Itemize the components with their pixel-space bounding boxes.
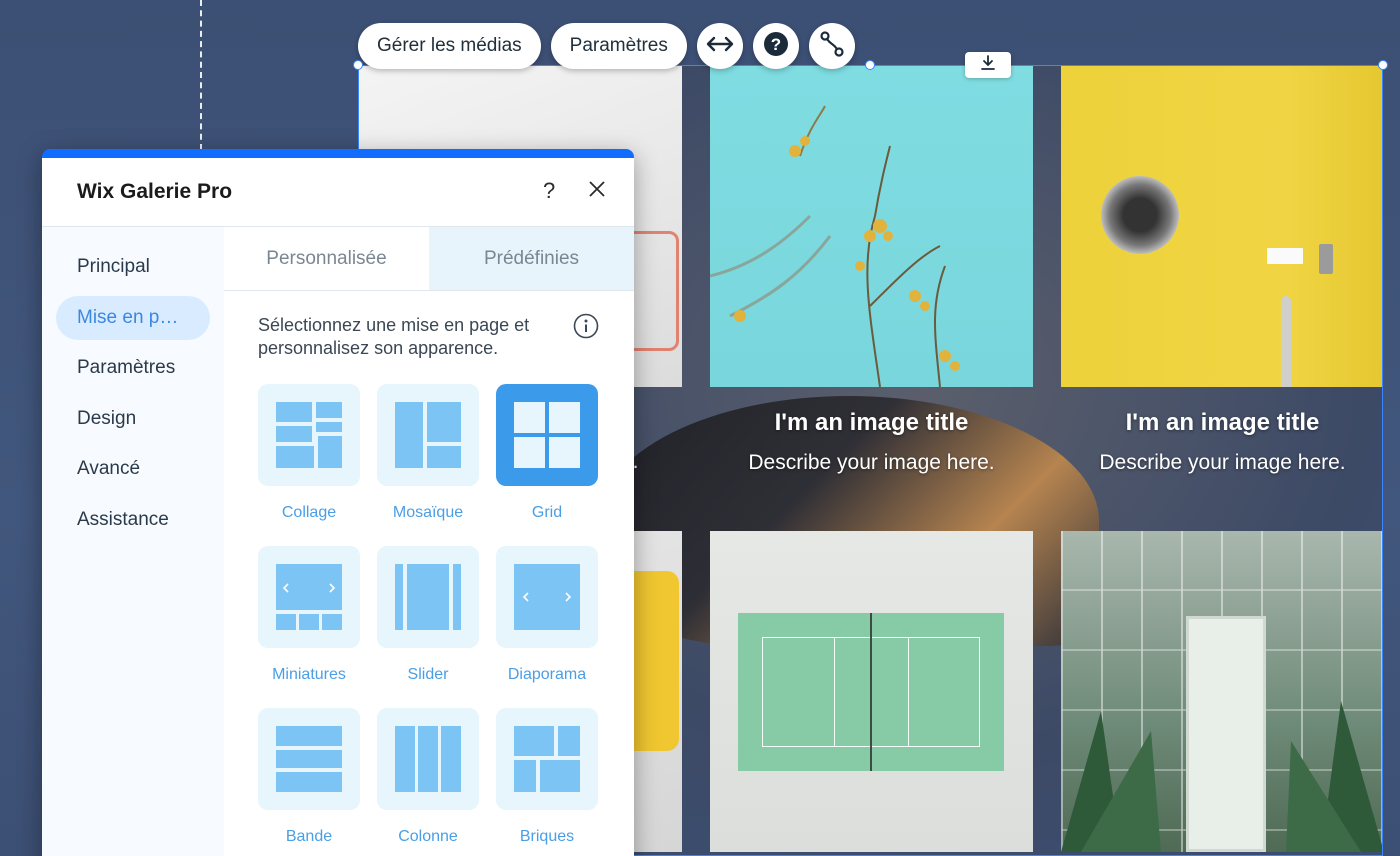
download-button[interactable]	[965, 52, 1011, 78]
bricks-layout-icon	[496, 708, 598, 810]
nav-item-settings[interactable]: Paramètres	[56, 346, 210, 390]
door-handle	[1281, 296, 1291, 387]
resize-handle[interactable]	[353, 60, 363, 70]
panel-header: Wix Galerie Pro ?	[42, 158, 634, 227]
help-button[interactable]: ?	[752, 23, 799, 69]
stretch-button[interactable]	[696, 23, 743, 69]
layout-label: Diaporama	[507, 666, 587, 683]
image-title: I'm an image title	[1125, 409, 1320, 436]
layout-label: Slider	[407, 666, 449, 683]
settings-button[interactable]: Paramètres	[550, 23, 687, 69]
animation-button[interactable]	[808, 23, 855, 69]
layout-label: Grid	[531, 504, 563, 521]
plants-illustration	[1061, 701, 1382, 852]
gallery-settings-panel: Wix Galerie Pro ? Principal Mise en p… P…	[42, 149, 634, 856]
layout-label: Mosaïque	[392, 504, 464, 521]
layout-description: Sélectionnez une mise en page et personn…	[258, 315, 530, 359]
panel-content: Personnalisée Prédéfinies Sélectionnez u…	[224, 227, 634, 856]
grid-layout-icon	[496, 384, 598, 486]
slideshow-layout-icon	[496, 546, 598, 648]
component-toolbar: Gérer les médias Paramètres ?	[358, 22, 855, 70]
panel-side-nav: Principal Mise en p… Paramètres Design A…	[42, 227, 224, 856]
image-description: Describe your image here.	[748, 451, 995, 474]
alignment-guide	[200, 0, 202, 150]
nav-item-advanced[interactable]: Avancé	[56, 447, 210, 491]
strip-layout-icon	[258, 708, 360, 810]
layout-option-mosaic[interactable]: Mosaïque	[377, 384, 479, 546]
gallery-image-court[interactable]	[710, 531, 1033, 852]
layout-option-slideshow[interactable]: Diaporama	[496, 546, 598, 708]
layout-label: Bande	[285, 828, 333, 845]
layout-options: Collage Mosaïque Grid Miniatures Slider …	[258, 384, 598, 856]
court-shape	[738, 613, 1004, 771]
image-description: Describe your image here.	[1099, 451, 1346, 474]
mosaic-layout-icon	[377, 384, 479, 486]
gallery-image-flowers[interactable]	[710, 66, 1033, 387]
layout-label: Collage	[281, 504, 337, 521]
info-icon[interactable]	[573, 313, 599, 339]
thumbnails-layout-icon	[258, 546, 360, 648]
layout-label: Miniatures	[272, 666, 346, 683]
layout-option-strip[interactable]: Bande	[258, 708, 360, 856]
panel-title: Wix Galerie Pro	[77, 180, 233, 203]
nav-item-principal[interactable]: Principal	[56, 245, 210, 289]
column-layout-icon	[377, 708, 479, 810]
flowers-illustration	[710, 105, 960, 387]
door-porthole	[1101, 176, 1179, 254]
close-icon[interactable]	[588, 180, 606, 203]
layout-option-bricks[interactable]: Briques	[496, 708, 598, 856]
nav-item-support[interactable]: Assistance	[56, 498, 210, 542]
tab-custom[interactable]: Personnalisée	[224, 227, 429, 290]
arrows-horizontal-icon	[706, 36, 734, 57]
svg-text:?: ?	[771, 35, 781, 54]
gallery-image-yellow-door[interactable]	[1061, 66, 1382, 387]
layout-label: Briques	[519, 828, 575, 845]
nav-item-design[interactable]: Design	[56, 397, 210, 441]
resize-handle[interactable]	[865, 60, 875, 70]
collage-layout-icon	[258, 384, 360, 486]
manage-media-button[interactable]: Gérer les médias	[358, 23, 541, 69]
door-button	[1319, 244, 1333, 274]
resize-handle[interactable]	[1378, 60, 1388, 70]
gallery-caption: I'm an image title Describe your image h…	[710, 409, 1033, 475]
layout-tabs: Personnalisée Prédéfinies	[224, 227, 634, 291]
layout-option-column[interactable]: Colonne	[377, 708, 479, 856]
gallery-image-greenhouse[interactable]	[1061, 531, 1382, 852]
nav-item-layout[interactable]: Mise en p…	[56, 295, 210, 340]
layout-option-collage[interactable]: Collage	[258, 384, 360, 546]
layout-option-slider[interactable]: Slider	[377, 546, 479, 708]
layout-option-grid[interactable]: Grid	[496, 384, 598, 546]
layout-label: Colonne	[398, 828, 458, 845]
question-circle-icon: ?	[763, 31, 789, 62]
gallery-caption: I'm an image title Describe your image h…	[1061, 409, 1382, 475]
curve-path-icon	[819, 30, 845, 62]
image-title: I'm an image title	[774, 409, 969, 436]
layout-option-thumbnails[interactable]: Miniatures	[258, 546, 360, 708]
download-icon	[980, 54, 996, 76]
door-sign	[1267, 248, 1303, 264]
slider-layout-icon	[377, 546, 479, 648]
tab-presets[interactable]: Prédéfinies	[429, 227, 634, 290]
help-icon[interactable]: ?	[543, 178, 555, 204]
